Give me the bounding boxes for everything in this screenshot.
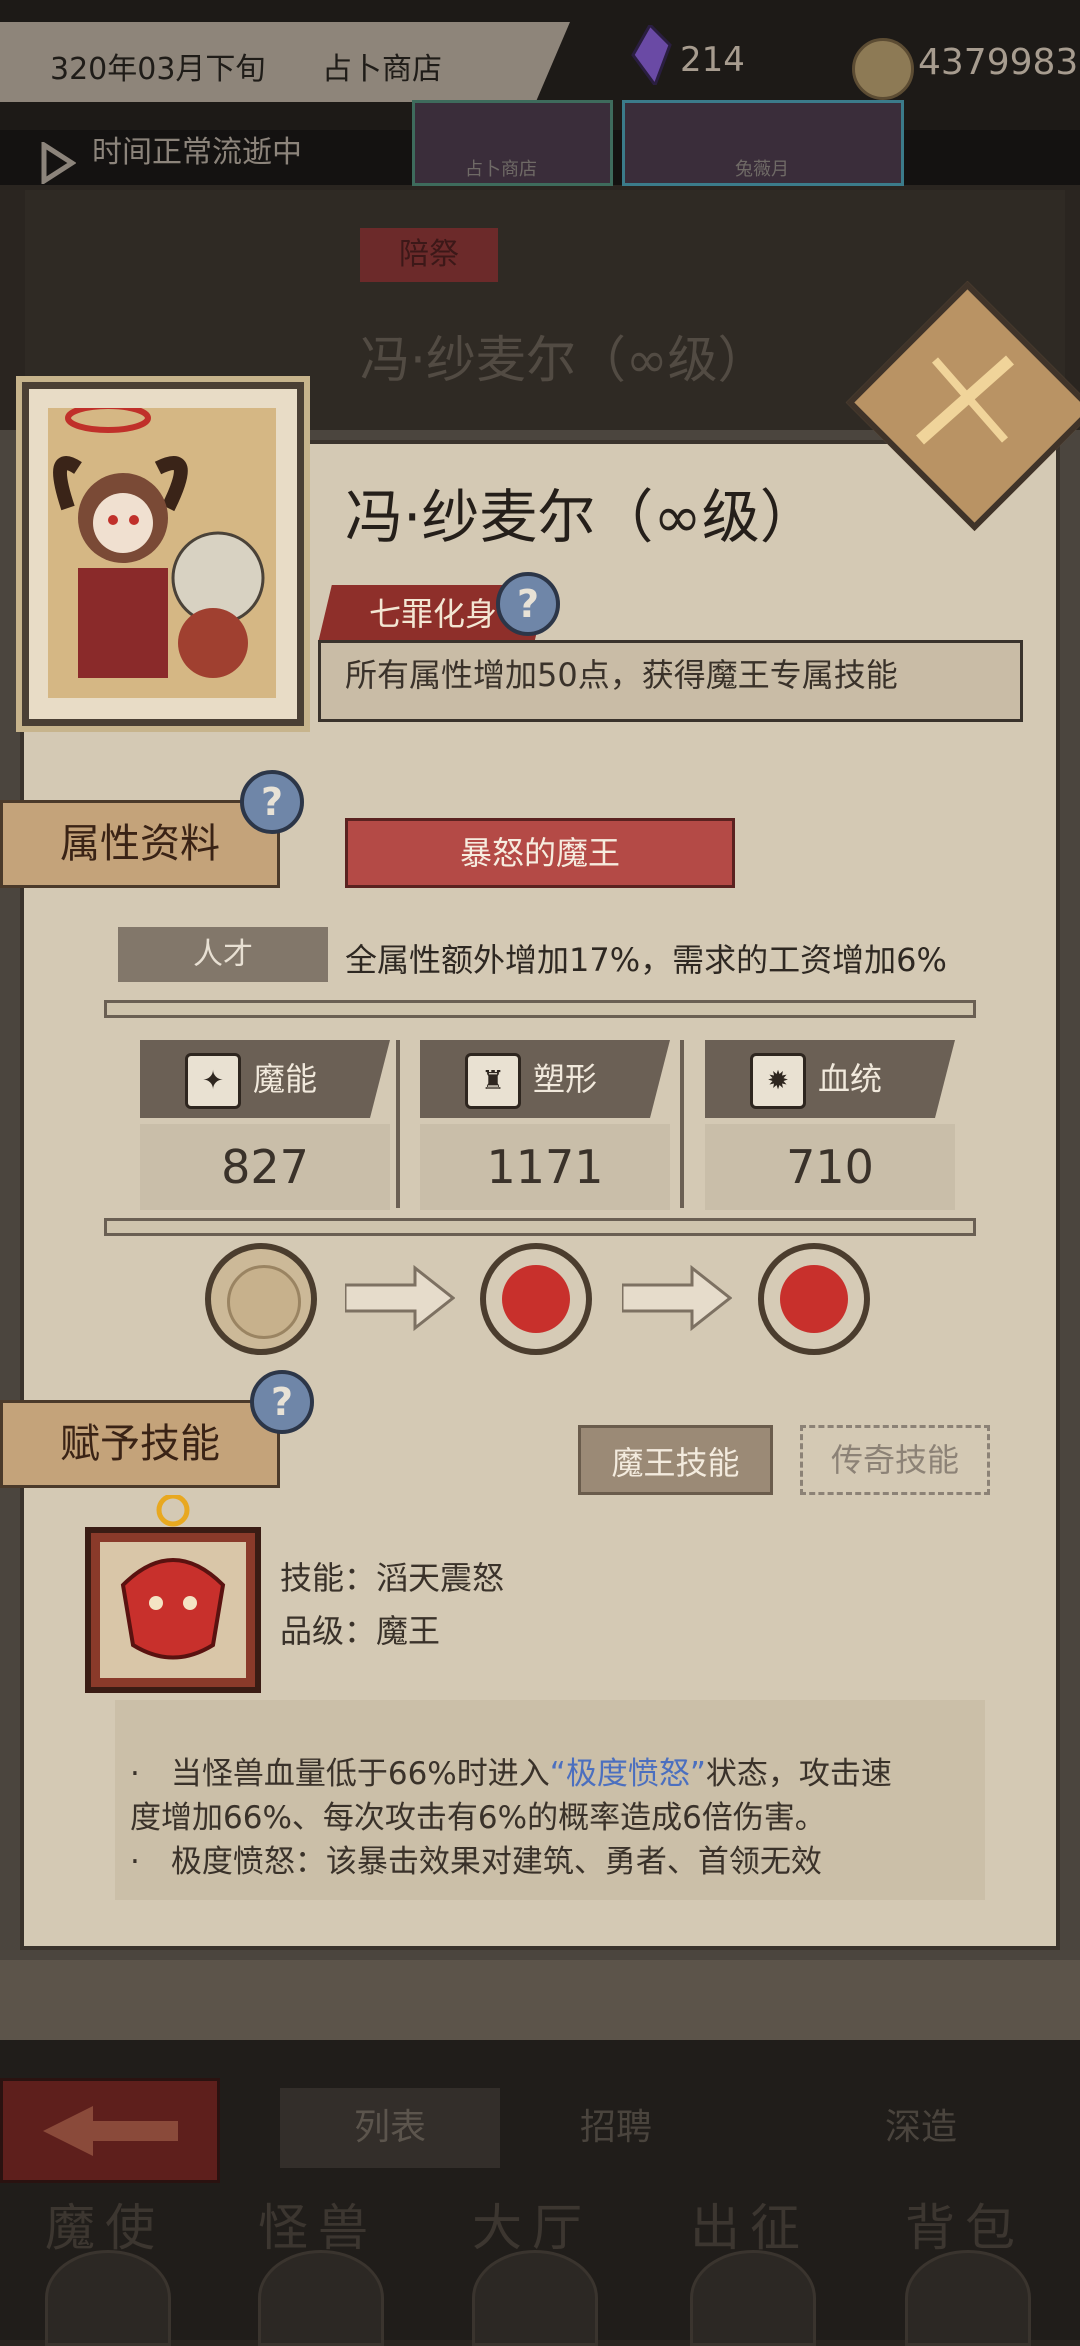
skill-section-label: 赋予技能 (0, 1400, 280, 1488)
stat-bloodline-value: 710 (705, 1124, 955, 1210)
stat-shape-value: 1171 (420, 1124, 670, 1210)
arrow-right-icon (622, 1264, 732, 1332)
talent-label: 人才 (118, 927, 328, 982)
stat-bloodline: ✹ 血统 710 (705, 1040, 955, 1210)
back-arrow-icon (43, 2106, 178, 2156)
body-shape-icon: ♜ (465, 1053, 521, 1109)
demon-skill-button[interactable]: 魔王技能 (578, 1425, 773, 1495)
skill-grade: 品级：魔王 (280, 1612, 441, 1650)
game-date: 320年03月下旬 (50, 52, 266, 87)
mini-tab-rabbit[interactable]: 兔薇月 (622, 100, 904, 186)
evolution-stage-2[interactable] (480, 1243, 592, 1355)
stat-divider (680, 1040, 684, 1208)
rage-state-keyword: “极度愤怒” (549, 1756, 706, 1792)
bottom-decor-strip (0, 1960, 1080, 2040)
gold-count: 4379983 (918, 42, 1079, 83)
attributes-section-label: 属性资料 (0, 800, 280, 888)
evolution-stage-1[interactable] (205, 1243, 317, 1355)
background-character-name: 冯·纱麦尔（∞级） (360, 331, 768, 389)
skill-help-icon[interactable]: ? (250, 1370, 314, 1434)
attributes-help-icon[interactable]: ? (240, 770, 304, 834)
skill-name: 技能：滔天震怒 (280, 1559, 505, 1597)
skill-description: · 当怪兽血量低于66%时进入“极度愤怒”状态，攻击速 度增加66%、每次攻击有… (130, 1756, 892, 1880)
sacrifice-tag: 陪祭 (360, 228, 498, 282)
crossed-swords-icon (916, 355, 1014, 445)
time-status: 时间正常流逝中 (92, 135, 302, 170)
current-location: 占卜商店 (322, 52, 442, 87)
stat-divider (396, 1040, 400, 1208)
trait-description: 所有属性增加50点，获得魔王专属技能 (345, 656, 898, 694)
character-portrait (48, 408, 276, 698)
stat-magic-value: 827 (140, 1124, 390, 1210)
character-name: 冯·纱麦尔（∞级） (345, 483, 818, 551)
gold-coin-icon (852, 38, 914, 100)
back-button[interactable] (0, 2078, 220, 2183)
date-location-bar: 320年03月下旬 占卜商店 (0, 22, 570, 102)
stats-rail-bottom (104, 1218, 976, 1236)
tab-advanced-study[interactable]: 深造 (885, 2098, 957, 2150)
legend-skill-button[interactable]: 传奇技能 (800, 1425, 990, 1495)
magic-claw-icon: ✦ (185, 1053, 241, 1109)
bloodline-gear-icon: ✹ (750, 1053, 806, 1109)
character-title-banner: 暴怒的魔王 (345, 818, 735, 888)
play-icon[interactable] (40, 142, 76, 184)
arrow-right-icon (345, 1264, 455, 1332)
evolution-stage-3[interactable] (758, 1243, 870, 1355)
monster-face-icon (258, 2250, 384, 2346)
tab-recruit[interactable]: 招聘 (580, 2098, 652, 2150)
hall-icon (472, 2250, 598, 2346)
tab-list[interactable]: 列表 (280, 2088, 500, 2168)
rage-skill-icon (85, 1495, 261, 1693)
stat-shape: ♜ 塑形 1171 (420, 1040, 670, 1210)
stat-magic: ✦ 魔能 827 (140, 1040, 390, 1210)
gem-count: 214 (680, 40, 745, 80)
stats-rail-top (104, 1000, 976, 1018)
expedition-icon (690, 2250, 816, 2346)
trait-help-icon[interactable]: ? (496, 572, 560, 636)
mini-tab-shop[interactable]: 占卜商店 (412, 100, 613, 186)
crystal-icon (631, 25, 672, 85)
skull-icon (45, 2250, 171, 2346)
talent-description: 全属性额外增加17%，需求的工资增加6% (345, 941, 947, 979)
backpack-icon (905, 2250, 1031, 2346)
